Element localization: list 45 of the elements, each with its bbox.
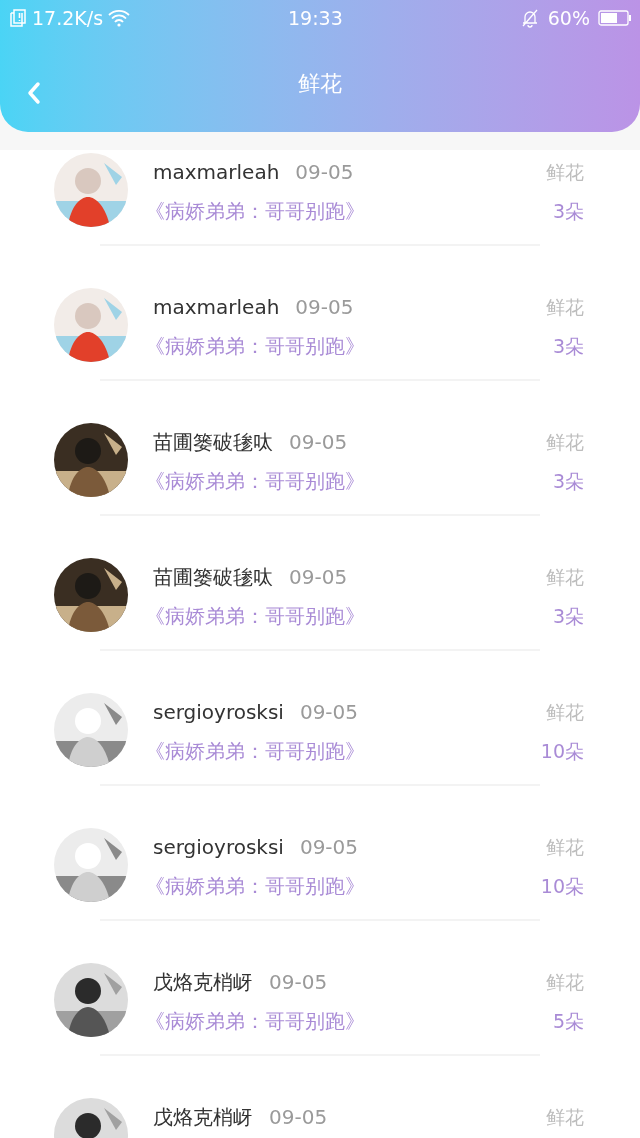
gift-type: 鲜花 xyxy=(546,429,584,455)
gift-type: 鲜花 xyxy=(546,1104,584,1130)
date: 09-05 xyxy=(299,699,359,726)
book-title[interactable]: 《病娇弟弟：哥哥别跑》 xyxy=(145,1006,365,1036)
user-name: maxmarleah xyxy=(153,294,280,321)
gift-type: 鲜花 xyxy=(546,294,584,320)
user-name: 戊烙克梢岈 xyxy=(153,1104,253,1131)
date: 09-05 xyxy=(299,834,359,861)
flower-count: 10朵 xyxy=(540,738,584,764)
book-title[interactable]: 《病娇弟弟：哥哥别跑》 xyxy=(145,331,365,361)
flower-count: 10朵 xyxy=(540,873,584,899)
book-title[interactable]: 《病娇弟弟：哥哥别跑》 xyxy=(145,466,365,496)
gift-type: 鲜花 xyxy=(546,159,584,185)
user-name: maxmarleah xyxy=(153,159,280,186)
gift-type: 鲜花 xyxy=(546,699,584,725)
gift-type: 鲜花 xyxy=(546,969,584,995)
flower-count: 3朵 xyxy=(552,198,584,224)
user-name: sergioyrosksi xyxy=(153,834,284,861)
book-title[interactable]: 《病娇弟弟：哥哥别跑》 xyxy=(145,601,365,631)
battery-icon xyxy=(598,9,632,27)
battery-percent: 60% xyxy=(547,5,590,31)
flower-count: 3朵 xyxy=(552,468,584,494)
user-name: 苗圃篓破毶呔 xyxy=(153,564,273,591)
network-speed: 17.2K/s xyxy=(32,5,104,31)
gift-type: 鲜花 xyxy=(546,834,584,860)
flower-count: 5朵 xyxy=(552,1008,584,1034)
date: 09-05 xyxy=(295,159,354,186)
flower-count: 3朵 xyxy=(552,603,584,629)
user-name: sergioyrosksi xyxy=(153,699,284,726)
page-title: 鲜花 xyxy=(298,69,342,98)
book-title[interactable]: 《病娇弟弟：哥哥别跑》 xyxy=(145,196,365,226)
flower-count: 3朵 xyxy=(552,333,584,359)
wifi-icon xyxy=(107,8,132,28)
clock-time: 19:33 xyxy=(288,5,343,31)
user-name: 戊烙克梢岈 xyxy=(153,969,253,996)
book-title[interactable]: 《病娇弟弟：哥哥别跑》 xyxy=(145,871,365,901)
sim-card-icon xyxy=(8,8,28,28)
book-title[interactable]: 《病娇弟弟：哥哥别跑》 xyxy=(145,736,365,766)
date: 09-05 xyxy=(289,429,348,456)
gift-type: 鲜花 xyxy=(546,564,584,590)
date: 09-05 xyxy=(289,564,348,591)
date: 09-05 xyxy=(295,294,354,321)
date: 09-05 xyxy=(269,969,328,996)
date: 09-05 xyxy=(269,1104,328,1131)
user-name: 苗圃篓破毶呔 xyxy=(153,429,273,456)
